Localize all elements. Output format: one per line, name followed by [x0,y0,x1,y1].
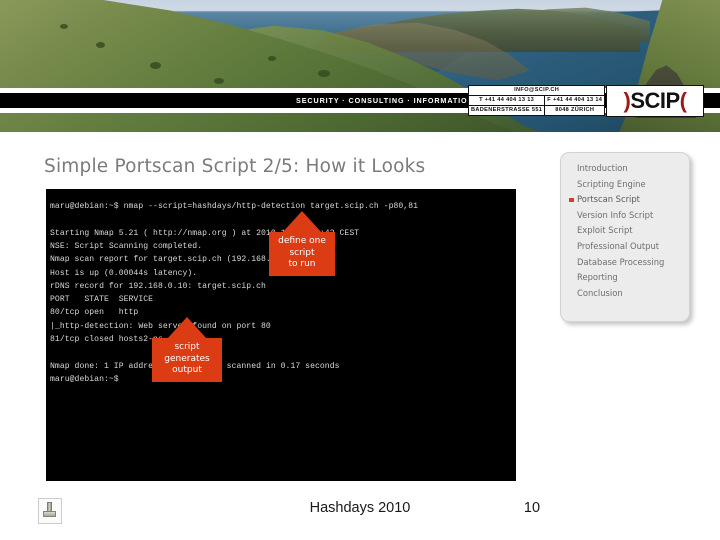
contact-email: INFO@SCIP.CH [467,85,606,96]
sidebar-item-label: Portscan Script [577,194,640,205]
callout-define-text: define one script to run [269,232,335,276]
callout-output-text: script generates output [152,338,222,382]
shrub [60,24,68,29]
sidebar-item-scripting-engine[interactable]: Scripting Engine [569,177,687,193]
footer-event-name: Hashdays 2010 [309,500,411,516]
sidebar-item-version-info-script[interactable]: Version Info Script [569,208,687,224]
scip-logo-text: )SCIP( [623,88,687,113]
sidebar-item-label: Reporting [577,272,618,283]
logo-name: SCIP [630,88,680,113]
callout-arrow-up-icon [167,317,207,339]
callout-arrow-up-icon [282,211,322,233]
contact-info-table: INFO@SCIP.CH T +41 44 404 13 13 F +41 44… [467,85,606,116]
sidebar-item-label: Scripting Engine [577,178,646,189]
sidebar-item-exploit-script[interactable]: Exploit Script [569,223,687,239]
contact-phone: T +41 44 404 13 13 [467,95,546,106]
sidebar-item-portscan-script[interactable]: Portscan Script [569,192,687,208]
sidebar-item-label: Professional Output [577,240,660,251]
callout-define-one-script: define one script to run [269,211,335,277]
sidebar-item-label: Version Info Script [577,209,654,220]
shrub [268,56,276,61]
footer-page-number: 10 [523,500,541,516]
sidebar-item-reporting[interactable]: Reporting [569,270,687,286]
shrub [214,78,224,84]
sidebar-item-label: Database Processing [577,256,665,267]
shrub [150,62,161,69]
contact-city: 8048 ZÜRICH [544,105,606,116]
sidebar-item-database-processing[interactable]: Database Processing [569,255,687,271]
sidebar-item-conclusion[interactable]: Conclusion [569,286,687,302]
sidebar-item-introduction[interactable]: Introduction [569,161,687,177]
page-title: Simple Portscan Script 2/5: How it Looks [44,156,426,177]
shrub [318,70,330,77]
sidebar-item-list: Introduction Scripting Engine Portscan S… [569,161,687,301]
header-banner: SECURITY · CONSULTING · INFORMATION · PR… [0,0,720,132]
sidebar-item-label: Conclusion [577,287,623,298]
agenda-sidebar: Introduction Scripting Engine Portscan S… [560,152,690,322]
sidebar-item-professional-output[interactable]: Professional Output [569,239,687,255]
current-section-bullet-icon [569,197,574,203]
contact-fax: F +41 44 404 13 14 [544,95,606,106]
terminal-output-text: maru@debian:~$ nmap --script=hashdays/ht… [50,202,419,384]
callout-script-generates-output: script generates output [152,317,222,385]
sidebar-item-label: Exploit Script [577,225,633,236]
sidebar-item-label: Introduction [577,163,628,173]
contact-street: BADENERSTRASSE 551 [467,105,546,116]
logo-right-paren: ( [679,88,687,113]
shrub [96,42,105,48]
scip-logo: )SCIP( [606,85,704,117]
